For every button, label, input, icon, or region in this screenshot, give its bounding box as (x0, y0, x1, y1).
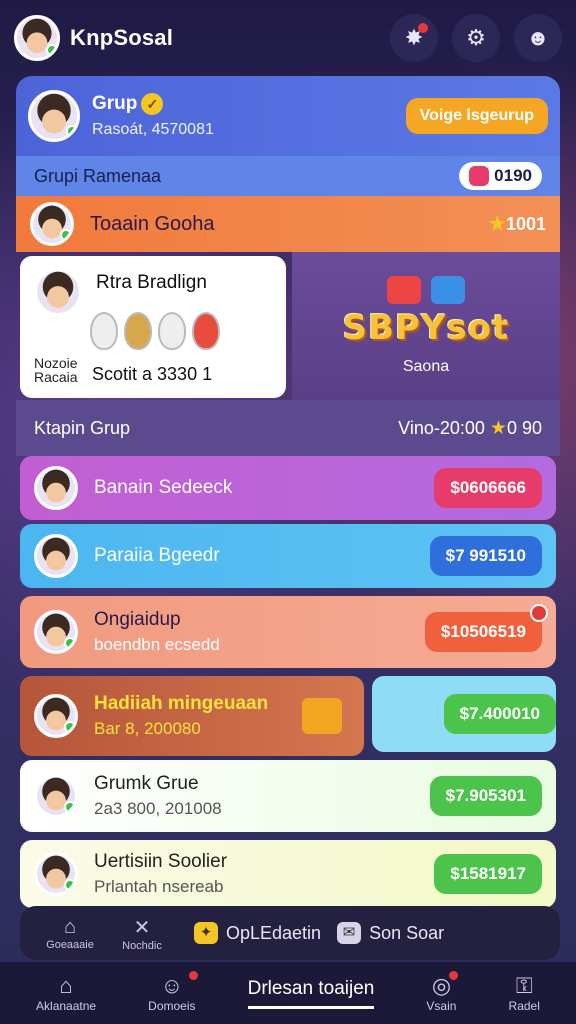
tools-icon: ✕ (133, 916, 151, 939)
ball-icon (192, 312, 220, 350)
app-title: KnpSosal (70, 25, 174, 50)
star-icon: ✦ (194, 922, 218, 944)
promo-logo: SBPYsot (342, 308, 510, 348)
card-value: Scotit a 3330 1 (92, 364, 213, 384)
nav-center[interactable]: Drlesan toaijen (247, 978, 375, 1009)
list-item[interactable]: Grumk Grue 2a3 800, 201008 $7.905301 (20, 760, 556, 832)
price-button[interactable]: $7.400010 (443, 694, 556, 734)
bottom-navigation: ⌂ Aklanaatne ☺ Domoeis Drlesan toaijen ◎ Vs… (0, 962, 576, 1024)
price-button[interactable]: $7.905301 (429, 776, 542, 816)
card-meta: Nozoie Racaia (34, 355, 78, 385)
top-member-row[interactable]: Toaain Gooha ★1001 (16, 196, 560, 252)
price-button[interactable]: $0606666 (434, 468, 542, 508)
egg-icon (90, 312, 118, 350)
badge-icon (530, 604, 548, 622)
user-icon: ☺ (160, 973, 184, 998)
item-avatar (34, 694, 78, 738)
subnav-tools[interactable]: ✕ Nochdic (106, 915, 178, 952)
home-icon: ⌂ (59, 973, 73, 998)
notification-dot (418, 23, 428, 33)
cookie-icon (124, 312, 152, 350)
gear-icon[interactable]: ⚙ (452, 14, 500, 62)
star-icon: ★ (488, 213, 506, 235)
list-header: Ktapin Grup Vino-20:00 ★0 90 (16, 400, 560, 456)
item-avatar (34, 610, 78, 654)
member-score: ★1001 (488, 213, 546, 235)
item-avatar (34, 534, 78, 578)
egg-items (90, 312, 220, 350)
ring-icon: ◎ (431, 973, 452, 998)
subnav-updates[interactable]: ✦ OpLEdaetin (194, 922, 321, 944)
join-group-button[interactable]: Voige lsgeurup (405, 98, 548, 134)
lock-icon: ⚿ (515, 973, 533, 998)
group-name: Grup (92, 93, 138, 114)
list-item[interactable]: Banain Sedeeck $0606666 (20, 456, 556, 520)
egg-icon (158, 312, 186, 350)
dice-icon (469, 166, 490, 186)
nav-lock[interactable]: ⚿ Radel (509, 973, 540, 1013)
list-item[interactable]: Hadiiah mingeuaan Bar 8, 200080 (20, 676, 364, 756)
section-header: Grupi Ramenaa 0190 (16, 156, 560, 196)
list-item[interactable]: Ongiaidup boendbn ecsedd $10506519 (20, 596, 556, 668)
gift-boxes-icon (387, 276, 465, 304)
list-time: Vino-20:00 ★0 90 (398, 417, 542, 439)
nav-home[interactable]: ⌂ Aklanaatne (36, 973, 96, 1013)
item-avatar (34, 774, 78, 818)
home-icon: ⌂ (63, 915, 77, 938)
coin-icon: ✓ (141, 92, 164, 115)
member-name: Toaain Gooha (90, 212, 215, 235)
list-item[interactable]: Uertisiin Soolier Prlantah nsereab $15819… (20, 840, 556, 908)
basket-icon (302, 698, 342, 734)
price-button[interactable]: $7 991510 (429, 536, 542, 576)
sub-navigation: ⌂ Goeaaaie ✕ Nochdic ✦ OpLEdaetin ✉ Son Soar (20, 906, 560, 960)
top-bar: KnpSosal ✸ ⚙ ☻ (0, 0, 576, 76)
price-panel: $7.400010 (372, 676, 556, 752)
subnav-messages[interactable]: ✉ Son Soar (337, 922, 444, 944)
nav-profile[interactable]: ☺ Domoeis (148, 971, 198, 1013)
group-subtitle: Rasoát, 4570081 (92, 121, 214, 138)
puzzle-icon[interactable]: ✸ (390, 14, 438, 62)
chat-icon[interactable]: ☻ (514, 14, 562, 62)
profile-avatar[interactable] (14, 15, 60, 61)
section-pill[interactable]: 0190 (459, 162, 542, 190)
member-avatar (30, 202, 74, 246)
section-title: Grupi Ramenaa (34, 165, 162, 186)
group-avatar[interactable] (28, 90, 80, 142)
card-avatar (34, 268, 82, 316)
price-button[interactable]: $10506519 (424, 604, 548, 652)
reward-card[interactable]: Rtra Bradlign Nozoie Racaia Scotit a 3330… (20, 256, 286, 398)
main-panel: Grup ✓ Rasoát, 4570081 Voige lsgeurup Gru… (16, 76, 560, 908)
list-title: Ktapin Grup (34, 417, 131, 438)
price-button[interactable]: $1581917 (434, 854, 542, 894)
list-item[interactable]: Paraiia Bgeedr $7 991510 (20, 524, 556, 588)
mail-icon: ✉ (337, 922, 362, 944)
promo-caption: Saona (402, 358, 450, 375)
subnav-home[interactable]: ⌂ Goeaaaie (34, 916, 106, 951)
online-indicator (46, 44, 57, 56)
card-title: Rtra Bradlign (96, 272, 207, 293)
nav-ring[interactable]: ◎ Vsain (426, 971, 459, 1013)
group-header: Grup ✓ Rasoát, 4570081 Voige lsgeurup (16, 76, 560, 156)
item-avatar (34, 852, 78, 896)
promo-card[interactable]: SBPYsot Saona (292, 252, 560, 400)
item-avatar (34, 466, 78, 510)
